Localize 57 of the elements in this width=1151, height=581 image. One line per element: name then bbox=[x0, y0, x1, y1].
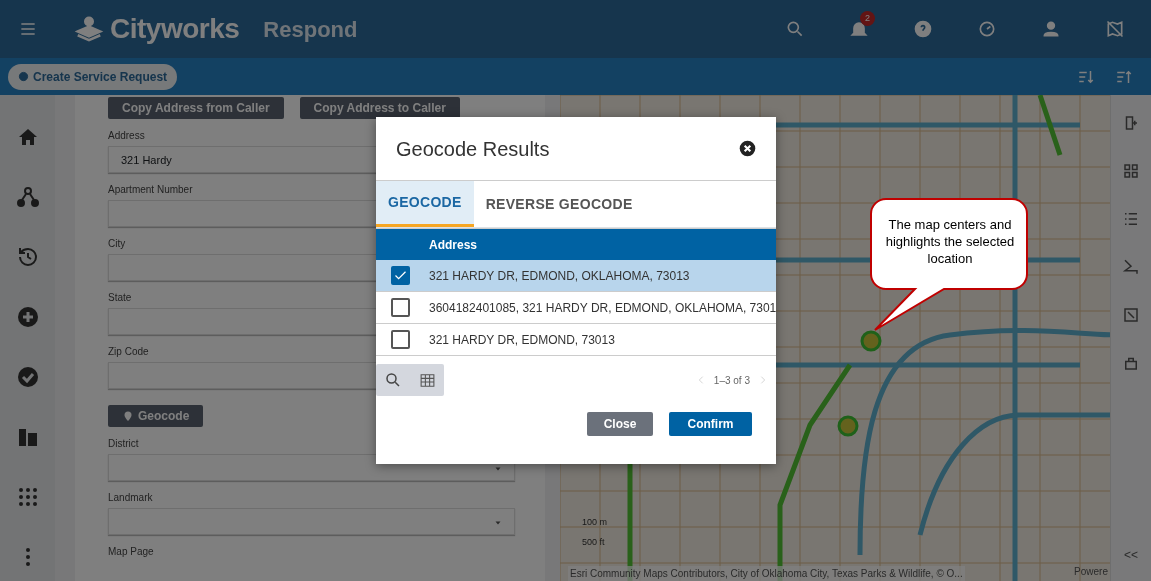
dashboard-icon bbox=[977, 19, 997, 39]
app-name: Respond bbox=[263, 15, 358, 44]
scale-label: 100 m bbox=[582, 516, 607, 529]
map-off-icon bbox=[1105, 19, 1125, 39]
result-row[interactable]: 3604182401085, 321 HARDY DR, EDMOND, OKLAHOMA, 7301 bbox=[376, 292, 776, 324]
network-icon bbox=[15, 185, 40, 209]
close-button[interactable] bbox=[738, 139, 756, 158]
add-icon bbox=[15, 305, 40, 329]
copy-address-button[interactable]: Copy Address from Caller bbox=[108, 97, 284, 119]
list-icon bbox=[1122, 210, 1140, 228]
result-row[interactable]: 321 HARDY DR, EDMOND, 73013 bbox=[376, 324, 776, 356]
notifications-button[interactable]: 2 bbox=[839, 9, 879, 49]
column-header: Address bbox=[429, 236, 478, 254]
more-icon bbox=[24, 547, 31, 567]
geocode-button[interactable]: Geocode bbox=[108, 405, 204, 427]
field-label: City bbox=[108, 237, 126, 251]
close-icon bbox=[738, 140, 756, 157]
pagination-text: 1–3 of 3 bbox=[713, 373, 750, 388]
field-label: District bbox=[108, 437, 139, 451]
field-label: Apartment Number bbox=[108, 183, 193, 197]
powered-by-text: Powere bbox=[1074, 565, 1108, 579]
notification-badge: 2 bbox=[860, 11, 875, 26]
checkbox[interactable] bbox=[391, 266, 410, 285]
create-service-request-button[interactable]: Create Service Request bbox=[8, 63, 178, 90]
logo-icon bbox=[72, 14, 106, 44]
address-text: 3604182401085, 321 HARDY DR, EDMOND, OKLAHOMA, 7301 bbox=[429, 299, 776, 317]
notifications-icon bbox=[849, 19, 869, 39]
field-label: State bbox=[108, 291, 132, 305]
callout-text: The map centers and highlights the selected location bbox=[884, 216, 1016, 267]
map-attribution: Esri Community Maps Contributors, City of Oklahoma City, Texas Parks & Wildlife, © O... bbox=[568, 566, 965, 581]
checkbox[interactable] bbox=[391, 298, 410, 317]
dropdown-field[interactable] bbox=[108, 508, 515, 535]
tab[interactable]: GEOCODE bbox=[376, 181, 474, 227]
dialog-button[interactable]: Close bbox=[587, 412, 653, 436]
user-icon bbox=[1041, 19, 1061, 39]
collapse-button[interactable]: << bbox=[1121, 545, 1141, 565]
copy-address-button[interactable]: Copy Address to Caller bbox=[299, 97, 460, 119]
field-label: Map Page bbox=[108, 545, 154, 559]
check-icon bbox=[15, 365, 40, 389]
field-label: Landmark bbox=[108, 491, 153, 505]
caret-icon bbox=[494, 520, 502, 526]
help-icon bbox=[913, 19, 933, 39]
address-text: 321 HARDY DR, EDMOND, 73013 bbox=[429, 331, 615, 349]
checkbox[interactable] bbox=[391, 330, 410, 349]
field-label: Address bbox=[108, 129, 145, 143]
logo-text: Cityworks bbox=[110, 12, 240, 46]
map-pin-icon bbox=[122, 410, 134, 422]
table-icon bbox=[418, 371, 436, 389]
field-label: Zip Code bbox=[108, 345, 149, 359]
grid-icon bbox=[1122, 162, 1140, 180]
caret-icon bbox=[494, 466, 502, 472]
result-row[interactable]: 321 HARDY DR, EDMOND, OKLAHOMA, 73013 bbox=[376, 260, 776, 292]
dialog-button[interactable]: Confirm bbox=[669, 412, 752, 436]
search-icon bbox=[785, 19, 805, 39]
search-icon bbox=[384, 371, 402, 389]
scale-label: 500 ft bbox=[582, 536, 605, 549]
address-text: 321 HARDY DR, EDMOND, OKLAHOMA, 73013 bbox=[429, 267, 690, 285]
